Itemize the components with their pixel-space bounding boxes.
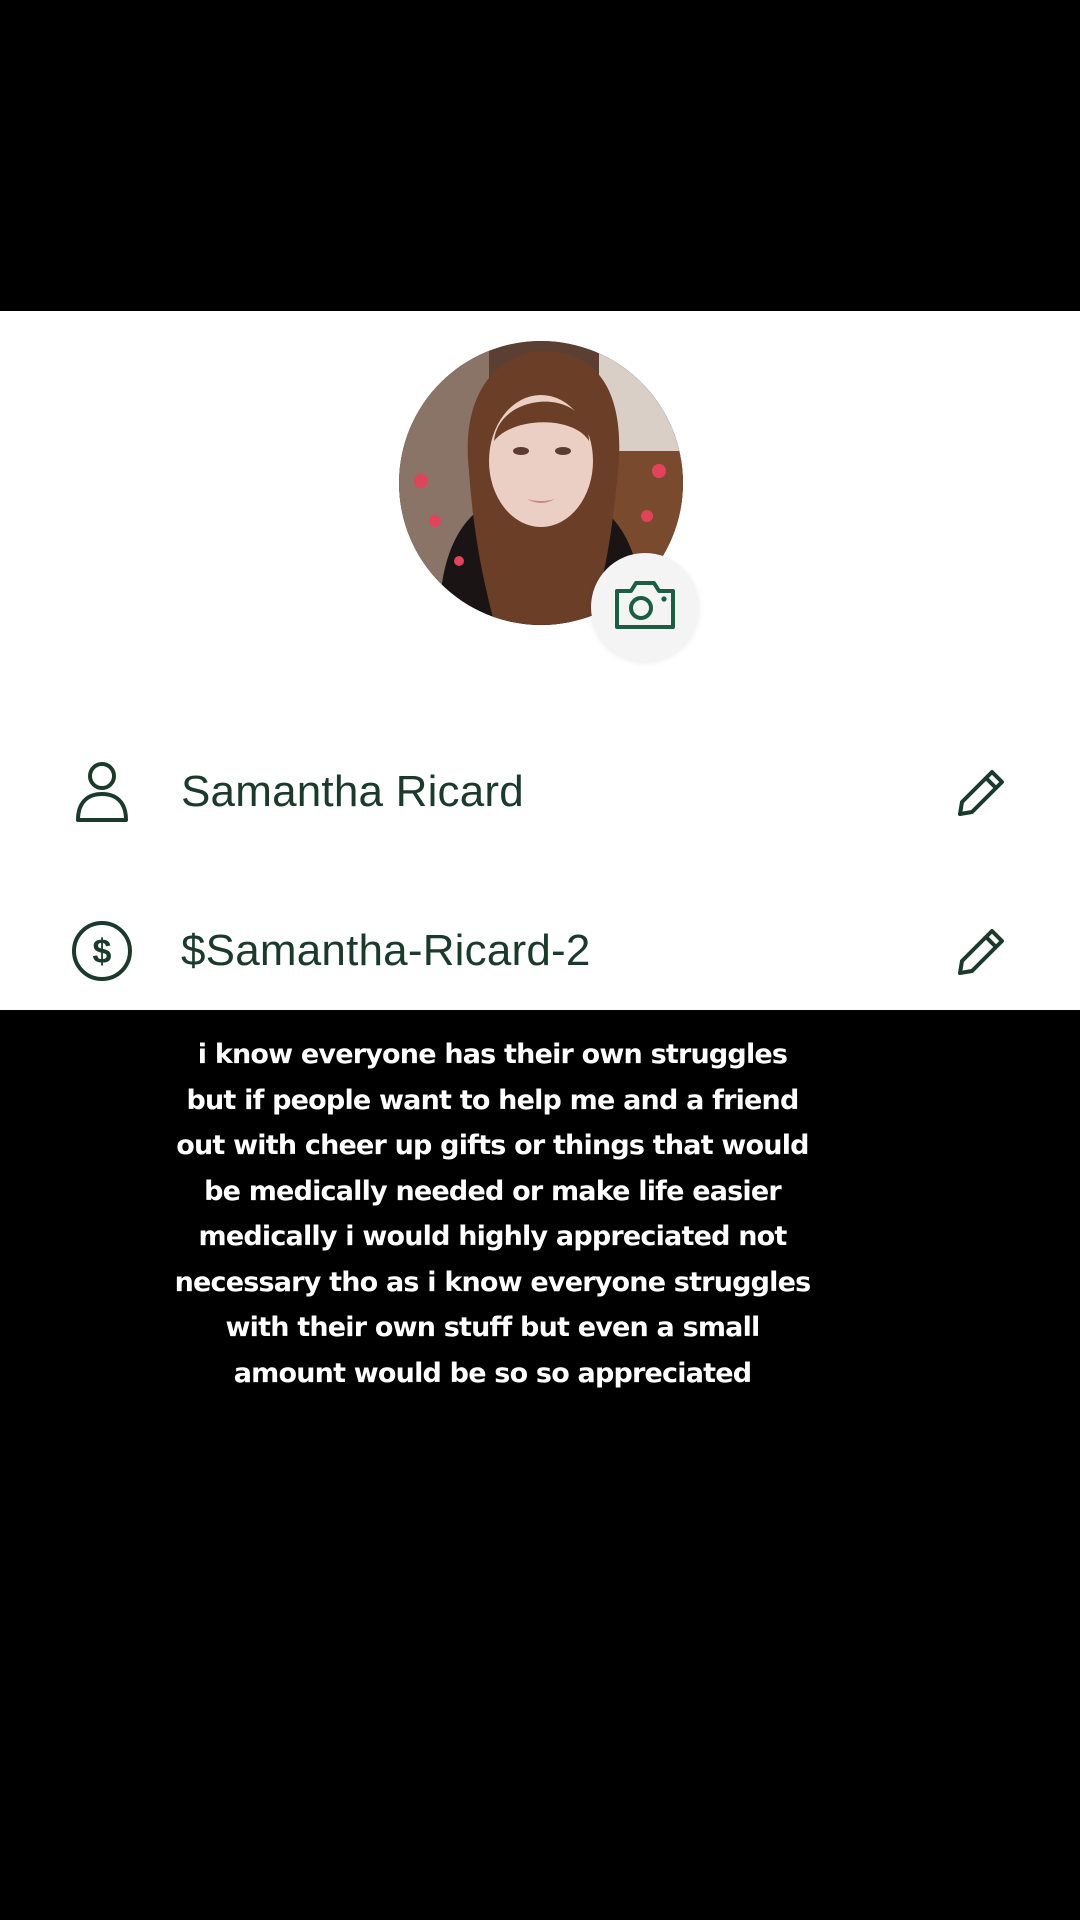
svg-text:$: $	[93, 933, 112, 971]
edit-cashtag-pencil-icon[interactable]	[950, 919, 1014, 983]
display-name-row[interactable]: Samantha Ricard	[0, 737, 1080, 847]
change-photo-button[interactable]	[591, 553, 699, 661]
caption-line: necessary tho as i know everyone struggl…	[174, 1266, 812, 1298]
caption-text: i know everyone has their own struggles …	[160, 1032, 825, 1396]
top-black-area	[0, 0, 1080, 311]
dollar-circle-icon: $	[68, 917, 136, 985]
caption-line: be medically needed or make life easier	[204, 1175, 782, 1207]
person-icon	[68, 758, 136, 826]
caption-line: but if people want to help me and a frie…	[186, 1084, 799, 1116]
caption-line: amount would be so so appreciated	[233, 1357, 752, 1389]
caption-line: with their own stuff but even a small	[225, 1312, 761, 1343]
profile-card: Samantha Ricard $ $Samantha-Ricard-2	[0, 311, 1080, 1010]
caption-line: out with cheer up gifts or things that w…	[176, 1130, 809, 1161]
camera-icon	[613, 579, 677, 636]
caption-line: medically i would highly appreciated not	[198, 1221, 788, 1252]
edit-name-pencil-icon[interactable]	[950, 760, 1014, 824]
cashtag-row[interactable]: $ $Samantha-Ricard-2	[0, 896, 1080, 1006]
caption-line: i know everyone has their own struggles	[197, 1039, 788, 1070]
avatar-container	[399, 341, 699, 661]
display-name: Samantha Ricard	[181, 767, 524, 816]
cashtag: $Samantha-Ricard-2	[181, 926, 591, 975]
